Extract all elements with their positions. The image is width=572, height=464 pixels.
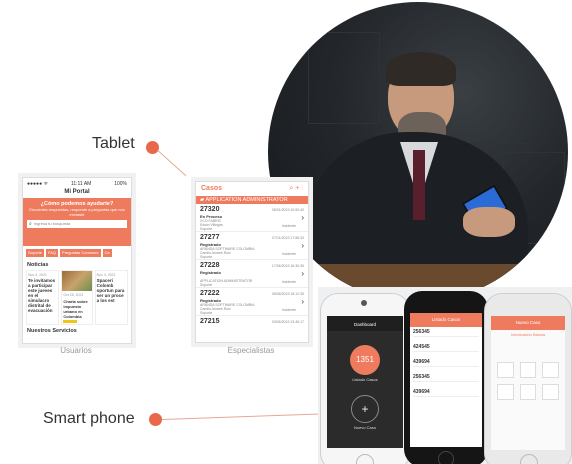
casos-title: Casos	[201, 185, 223, 192]
news-card[interactable]: Oct 28, 2021 Charla sobre impuesto urban…	[61, 270, 93, 325]
phone-dashboard: Dashboard 1351 Listado Casos + Nuevo Cas…	[320, 293, 410, 464]
form-icon[interactable]	[497, 362, 514, 378]
news-card[interactable]: Nov 4, 2021 Spaceri Colomb oportun para …	[94, 270, 128, 325]
smartphone-connector	[162, 413, 320, 420]
usuarios-title: Mi Portal	[64, 189, 90, 195]
chip[interactable]: Ca	[102, 249, 112, 257]
tablet-connector	[157, 150, 187, 177]
chevron-right-icon: ›	[301, 213, 304, 222]
smartphone-label: Smart phone	[43, 410, 135, 427]
chip[interactable]: Preguntas Comunes	[60, 249, 101, 257]
list-item[interactable]: 256345	[413, 374, 479, 382]
list-item[interactable]: 439694	[413, 389, 479, 397]
usuarios-screen: ●●●●● ᯤ 11:11 AM 100% Mi Portal ¿Cómo pode…	[22, 177, 132, 344]
smartphones-panel: Dashboard 1351 Listado Casos + Nuevo Cas…	[318, 287, 572, 464]
form-icon[interactable]	[519, 362, 537, 378]
case-row[interactable]: 27320 08/01/2019 10:50:40 En Proceso XCO…	[196, 204, 308, 232]
chevron-right-icon: ›	[301, 269, 304, 278]
chevron-right-icon: ›	[301, 241, 304, 250]
list-item[interactable]: 424545	[413, 344, 479, 352]
new-case-button[interactable]: +	[351, 395, 379, 423]
home-button[interactable]	[356, 454, 374, 464]
case-row[interactable]: 27222 05/06/2019 15:12:35 Registrado ARA…	[196, 288, 308, 316]
services-heading: Nuestros Servicios	[27, 328, 77, 334]
chevron-right-icon: ›	[301, 297, 304, 306]
news-image	[62, 271, 92, 291]
case-row[interactable]: 27215 03/06/2019 13:46:17	[196, 316, 308, 328]
phone-new-case: Nuevo Caso Información Básica	[484, 293, 572, 464]
especialistas-screen: Casos ⌕ + ⋮ ▰ APPLICATION ADMINISTRATOR …	[195, 181, 309, 343]
new-case-header: Nuevo Caso	[491, 316, 565, 330]
form-icon[interactable]	[542, 384, 559, 400]
search-icon[interactable]: ⌕	[289, 185, 293, 192]
group-header: ▰ APPLICATION ADMINISTRATOR	[196, 196, 308, 204]
chip-row: Soporte FAQ Preguntas Comunes Ca	[23, 246, 131, 260]
list-header: Listado Casos	[410, 313, 482, 327]
form-icon[interactable]	[519, 384, 537, 400]
phone-case-list: Listado Casos 256345 424545 439694 25634…	[404, 291, 488, 464]
smartphone-dot	[149, 413, 162, 426]
list-item[interactable]: 256345	[413, 329, 479, 337]
news-heading: Noticias	[27, 262, 49, 268]
help-banner: ¿Cómo podemos ayudarte? Encuentra respue…	[23, 198, 131, 246]
case-row[interactable]: 27228 17/06/2019 16:30:36 Registrado APP…	[196, 260, 308, 288]
tablet-label: Tablet	[92, 135, 135, 152]
add-icon[interactable]: +	[295, 185, 299, 192]
usuarios-caption: Usuarios	[60, 346, 92, 355]
more-icon[interactable]: ⋮	[301, 185, 303, 192]
cases-count-button[interactable]: 1351	[350, 345, 380, 375]
form-icon[interactable]	[542, 362, 559, 378]
hero-photo	[268, 2, 568, 302]
search-input[interactable]: ⌕ Ingresa tu búsqueda	[27, 220, 127, 228]
home-button[interactable]	[520, 454, 538, 464]
chip[interactable]: Soporte	[26, 249, 45, 257]
especialistas-caption: Especialistas	[227, 346, 275, 355]
form-icon[interactable]	[497, 384, 514, 400]
case-row[interactable]: 27277 07/11/2019 17:56:33 Registrado ARA…	[196, 232, 308, 260]
list-item[interactable]: 439694	[413, 359, 479, 367]
dashboard-header: Dashboard	[327, 316, 403, 331]
tablet-dot	[146, 141, 159, 154]
news-card[interactable]: Nov 4, 2021 Te invitamos a participar es…	[26, 270, 60, 325]
plus-icon: +	[361, 402, 369, 416]
chip[interactable]: FAQ	[46, 249, 59, 257]
search-icon: ⌕	[29, 221, 32, 227]
home-button[interactable]	[438, 451, 454, 464]
